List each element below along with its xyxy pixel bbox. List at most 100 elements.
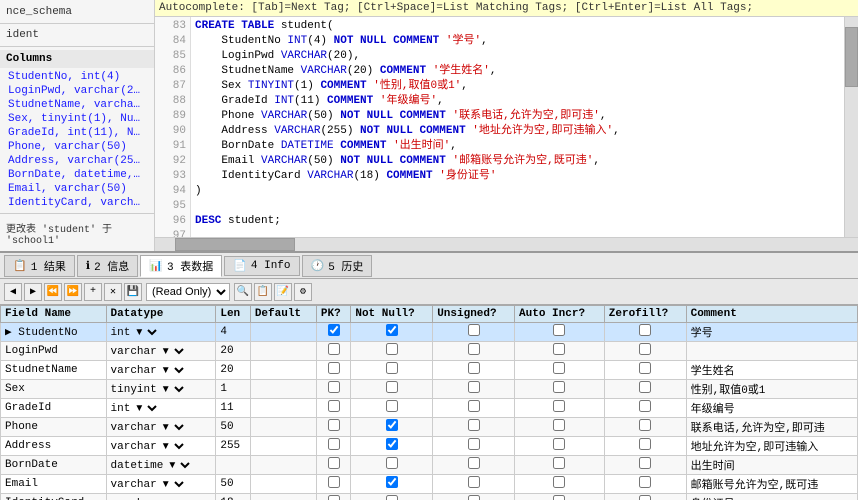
tab-infodetail[interactable]: 📄 4 Info bbox=[224, 256, 299, 276]
datatype-select[interactable]: ▼ bbox=[157, 364, 187, 377]
table-row[interactable]: GradeId int▼ 11 年级编号 bbox=[1, 399, 858, 418]
cell-datatype[interactable]: int▼ bbox=[106, 399, 216, 418]
toolbar-icon-4[interactable]: ⏩ bbox=[64, 283, 82, 301]
toolbar-icon-add[interactable]: + bbox=[84, 283, 102, 301]
cell-datatype[interactable]: varchar▼ bbox=[106, 494, 216, 500]
cell-field-name[interactable]: Email bbox=[1, 475, 107, 494]
cell-field-name[interactable]: IdentityCard bbox=[1, 494, 107, 500]
cell-notnull[interactable] bbox=[351, 437, 433, 456]
cell-field-name[interactable]: Sex bbox=[1, 380, 107, 399]
cell-default[interactable] bbox=[250, 456, 316, 475]
cell-autoinc[interactable] bbox=[515, 361, 605, 380]
notnull-checkbox[interactable] bbox=[386, 400, 398, 412]
cell-len[interactable]: 11 bbox=[216, 399, 250, 418]
tab-results[interactable]: 📋 1 结果 bbox=[4, 255, 75, 277]
pk-checkbox[interactable] bbox=[328, 343, 340, 355]
cell-len[interactable]: 1 bbox=[216, 380, 250, 399]
cell-datatype[interactable]: varchar▼ bbox=[106, 418, 216, 437]
cell-notnull[interactable] bbox=[351, 323, 433, 342]
cell-len[interactable] bbox=[216, 456, 250, 475]
cell-pk[interactable] bbox=[316, 475, 350, 494]
cell-len[interactable]: 4 bbox=[216, 323, 250, 342]
cell-pk[interactable] bbox=[316, 399, 350, 418]
table-row[interactable]: IdentityCard varchar▼ 18 身份证号 bbox=[1, 494, 858, 500]
cell-field-name[interactable]: StudnetName bbox=[1, 361, 107, 380]
unsigned-checkbox[interactable] bbox=[468, 343, 480, 355]
cell-field-name[interactable]: GradeId bbox=[1, 399, 107, 418]
unsigned-checkbox[interactable] bbox=[468, 476, 480, 488]
cell-default[interactable] bbox=[250, 323, 316, 342]
autoinc-checkbox[interactable] bbox=[553, 495, 565, 500]
cell-zerofill[interactable] bbox=[604, 475, 686, 494]
column-item-9[interactable]: IdentityCard, varchar(18), bbox=[0, 196, 154, 210]
table-row[interactable]: Address varchar▼ 255 地址允许为空,即可违输入 bbox=[1, 437, 858, 456]
toolbar-icon-5[interactable]: 🔍 bbox=[234, 283, 252, 301]
zerofill-checkbox[interactable] bbox=[639, 476, 651, 488]
table-row[interactable]: StudnetName varchar▼ 20 学生姓名 bbox=[1, 361, 858, 380]
autoinc-checkbox[interactable] bbox=[553, 457, 565, 469]
datatype-select[interactable]: ▼ bbox=[163, 459, 193, 472]
zerofill-checkbox[interactable] bbox=[639, 343, 651, 355]
cell-default[interactable] bbox=[250, 418, 316, 437]
cell-datatype[interactable]: tinyint▼ bbox=[106, 380, 216, 399]
cell-autoinc[interactable] bbox=[515, 437, 605, 456]
column-item-4[interactable]: GradeId, int(11), Nullable bbox=[0, 126, 154, 140]
autoinc-checkbox[interactable] bbox=[553, 438, 565, 450]
zerofill-checkbox[interactable] bbox=[639, 362, 651, 374]
cell-unsigned[interactable] bbox=[433, 399, 515, 418]
cell-datatype[interactable]: int▼ bbox=[106, 323, 216, 342]
cell-autoinc[interactable] bbox=[515, 475, 605, 494]
toolbar-icon-8[interactable]: ⚙ bbox=[294, 283, 312, 301]
cell-unsigned[interactable] bbox=[433, 380, 515, 399]
cell-autoinc[interactable] bbox=[515, 380, 605, 399]
table-row[interactable]: BornDate datetime▼ 出生时间 bbox=[1, 456, 858, 475]
cell-field-name[interactable]: LoginPwd bbox=[1, 342, 107, 361]
zerofill-checkbox[interactable] bbox=[639, 457, 651, 469]
cell-field-name[interactable]: Address bbox=[1, 437, 107, 456]
cell-pk[interactable] bbox=[316, 418, 350, 437]
datatype-select[interactable]: ▼ bbox=[157, 440, 187, 453]
unsigned-checkbox[interactable] bbox=[468, 381, 480, 393]
vertical-scrollbar[interactable] bbox=[844, 17, 858, 237]
horizontal-scrollbar[interactable] bbox=[155, 237, 858, 251]
tab-history[interactable]: 🕐 5 历史 bbox=[302, 255, 373, 277]
cell-pk[interactable] bbox=[316, 456, 350, 475]
cell-default[interactable] bbox=[250, 342, 316, 361]
cell-pk[interactable] bbox=[316, 380, 350, 399]
toolbar-icon-1[interactable]: ◀ bbox=[4, 283, 22, 301]
cell-notnull[interactable] bbox=[351, 342, 433, 361]
zerofill-checkbox[interactable] bbox=[639, 400, 651, 412]
unsigned-checkbox[interactable] bbox=[468, 362, 480, 374]
cell-notnull[interactable] bbox=[351, 494, 433, 500]
table-container[interactable]: Field Name Datatype Len Default PK? Not … bbox=[0, 305, 858, 500]
datatype-select[interactable]: ▼ bbox=[157, 421, 187, 434]
unsigned-checkbox[interactable] bbox=[468, 438, 480, 450]
autoinc-checkbox[interactable] bbox=[553, 381, 565, 393]
cell-notnull[interactable] bbox=[351, 456, 433, 475]
column-item-8[interactable]: Email, varchar(50) bbox=[0, 182, 154, 196]
cell-zerofill[interactable] bbox=[604, 361, 686, 380]
cell-default[interactable] bbox=[250, 399, 316, 418]
cell-autoinc[interactable] bbox=[515, 399, 605, 418]
cell-notnull[interactable] bbox=[351, 361, 433, 380]
notnull-checkbox[interactable] bbox=[386, 381, 398, 393]
cell-default[interactable] bbox=[250, 475, 316, 494]
cell-autoinc[interactable] bbox=[515, 342, 605, 361]
cell-unsigned[interactable] bbox=[433, 475, 515, 494]
unsigned-checkbox[interactable] bbox=[468, 324, 480, 336]
readonly-select[interactable]: (Read Only) bbox=[146, 283, 230, 301]
cell-autoinc[interactable] bbox=[515, 456, 605, 475]
pk-checkbox[interactable] bbox=[328, 362, 340, 374]
column-item-7[interactable]: BornDate, datetime, Nulla bbox=[0, 168, 154, 182]
cell-zerofill[interactable] bbox=[604, 456, 686, 475]
cell-notnull[interactable] bbox=[351, 399, 433, 418]
cell-datatype[interactable]: varchar▼ bbox=[106, 361, 216, 380]
toolbar-icon-2[interactable]: ▶ bbox=[24, 283, 42, 301]
column-item-2[interactable]: StudnetName, varchar(20, bbox=[0, 98, 154, 112]
autoinc-checkbox[interactable] bbox=[553, 419, 565, 431]
cell-default[interactable] bbox=[250, 380, 316, 399]
cell-len[interactable]: 50 bbox=[216, 418, 250, 437]
column-item-6[interactable]: Address, varchar(255) bbox=[0, 154, 154, 168]
pk-checkbox[interactable] bbox=[328, 476, 340, 488]
zerofill-checkbox[interactable] bbox=[639, 438, 651, 450]
